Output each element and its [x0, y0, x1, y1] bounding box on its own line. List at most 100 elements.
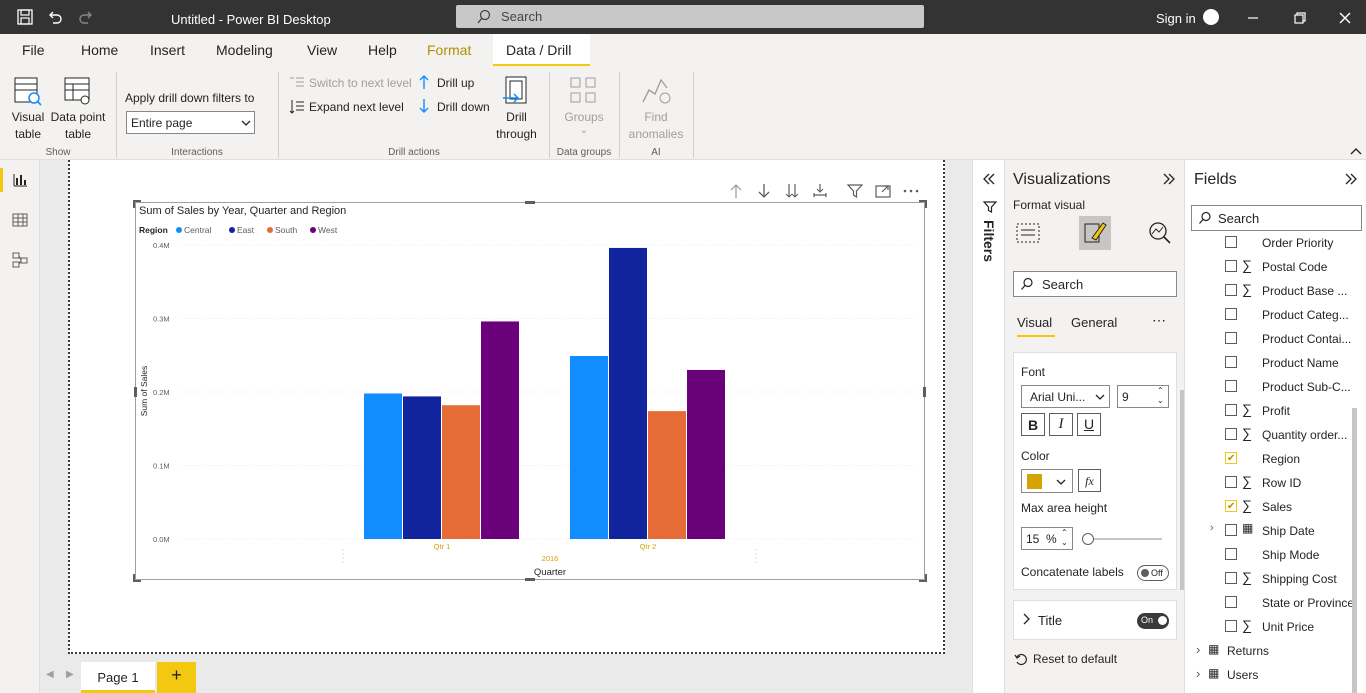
- bar-west-qtr1[interactable]: [481, 321, 519, 539]
- more-options-icon[interactable]: ⋯: [1152, 312, 1166, 329]
- restore-icon[interactable]: [1293, 11, 1307, 25]
- viz-search-input[interactable]: Search: [1013, 271, 1177, 297]
- italic-button[interactable]: I: [1049, 413, 1073, 436]
- sign-in-link[interactable]: Sign in: [1156, 11, 1196, 26]
- bar-central-qtr1[interactable]: [364, 393, 402, 539]
- collapse-visualizations-icon[interactable]: [1162, 172, 1176, 186]
- field-checkbox[interactable]: [1225, 476, 1237, 488]
- table-item[interactable]: › ▦ Returns: [1186, 639, 1356, 663]
- increment-icon[interactable]: ⌃: [1061, 528, 1068, 537]
- data-point-table-button[interactable]: Data point table: [48, 74, 108, 144]
- resize-handle[interactable]: [133, 200, 141, 208]
- field-item[interactable]: ∑ Row ID: [1186, 471, 1356, 495]
- groups-button[interactable]: Groups ⌄: [559, 74, 609, 144]
- field-checkbox[interactable]: [1225, 572, 1237, 584]
- bold-button[interactable]: B: [1021, 413, 1045, 436]
- add-page-button[interactable]: +: [157, 662, 196, 693]
- title-toggle[interactable]: On: [1137, 613, 1169, 629]
- field-checkbox[interactable]: [1225, 596, 1237, 608]
- bar-east-qtr2[interactable]: [609, 247, 647, 539]
- switch-next-level-button[interactable]: Switch to next level: [309, 76, 412, 90]
- field-checkbox[interactable]: ✔: [1225, 500, 1237, 512]
- expand-hierarchy-icon[interactable]: [812, 183, 828, 199]
- tab-format[interactable]: Format: [427, 42, 471, 58]
- font-family-select[interactable]: Arial Uni...: [1021, 385, 1110, 408]
- decrement-icon[interactable]: ⌄: [1061, 538, 1068, 547]
- format-visual-tab[interactable]: [1079, 216, 1111, 250]
- field-checkbox[interactable]: [1225, 428, 1237, 440]
- field-checkbox[interactable]: [1225, 308, 1237, 320]
- field-item[interactable]: ∑ Postal Code: [1186, 255, 1356, 279]
- expand-chevron-icon[interactable]: ›: [1196, 642, 1200, 657]
- bar-east-qtr1[interactable]: [403, 396, 441, 539]
- undo-icon[interactable]: [47, 9, 63, 25]
- resize-handle[interactable]: [134, 387, 137, 397]
- color-picker[interactable]: [1021, 469, 1073, 493]
- resize-handle[interactable]: [525, 578, 535, 581]
- focus-mode-icon[interactable]: [875, 183, 891, 199]
- field-checkbox[interactable]: [1225, 332, 1237, 344]
- more-options-icon[interactable]: [903, 183, 919, 199]
- expand-chevron-icon[interactable]: ›: [1196, 666, 1200, 681]
- tab-visual[interactable]: Visual: [1017, 315, 1052, 330]
- tab-general[interactable]: General: [1071, 315, 1117, 330]
- field-item[interactable]: › ▦ Ship Date: [1186, 519, 1356, 543]
- drill-down-button[interactable]: Drill down: [437, 100, 490, 114]
- resize-handle[interactable]: [919, 574, 927, 582]
- bar-central-qtr2[interactable]: [570, 355, 608, 539]
- tab-home[interactable]: Home: [81, 42, 118, 58]
- conditional-format-button[interactable]: fx: [1078, 469, 1101, 492]
- field-item[interactable]: ∑ Product Base ...: [1186, 279, 1356, 303]
- field-item[interactable]: Order Priority: [1186, 233, 1356, 255]
- save-icon[interactable]: [17, 9, 33, 25]
- field-item[interactable]: Product Sub-C...: [1186, 375, 1356, 399]
- filters-pane-collapsed[interactable]: Filters: [972, 160, 1005, 693]
- collapse-fields-icon[interactable]: [1344, 172, 1358, 186]
- field-item[interactable]: ∑ Quantity order...: [1186, 423, 1356, 447]
- build-visual-icon[interactable]: [1015, 220, 1041, 246]
- model-view-icon[interactable]: [12, 252, 28, 268]
- field-item[interactable]: Ship Mode: [1186, 543, 1356, 567]
- field-checkbox[interactable]: [1225, 548, 1237, 560]
- collapse-ribbon-icon[interactable]: [1350, 146, 1362, 156]
- slider-thumb[interactable]: [1082, 533, 1094, 545]
- resize-handle[interactable]: [923, 387, 926, 397]
- field-item[interactable]: Product Contai...: [1186, 327, 1356, 351]
- resize-handle[interactable]: [525, 201, 535, 204]
- prev-page-icon[interactable]: ◀: [46, 669, 54, 680]
- max-area-slider[interactable]: [1082, 533, 1162, 545]
- page-tab-1[interactable]: Page 1: [81, 662, 155, 693]
- visual-table-button[interactable]: Visual table: [8, 74, 48, 144]
- field-checkbox[interactable]: [1225, 356, 1237, 368]
- field-checkbox[interactable]: [1225, 404, 1237, 416]
- apply-filters-select[interactable]: Entire page: [126, 111, 255, 134]
- expand-next-level-button[interactable]: Expand next level: [309, 100, 404, 114]
- max-area-stepper[interactable]: 15 % ⌃ ⌄: [1021, 527, 1073, 550]
- next-page-icon[interactable]: ▶: [66, 669, 74, 680]
- resize-handle[interactable]: [133, 574, 141, 582]
- expand-chevron-icon[interactable]: ›: [1210, 522, 1214, 534]
- table-item[interactable]: › ▦ Users: [1186, 663, 1356, 687]
- field-item[interactable]: ✔ ∑ Sales: [1186, 495, 1356, 519]
- analytics-icon[interactable]: [1147, 220, 1173, 246]
- tab-modeling[interactable]: Modeling: [216, 42, 273, 58]
- field-item[interactable]: State or Province: [1186, 591, 1356, 615]
- tab-insert[interactable]: Insert: [150, 42, 185, 58]
- font-size-stepper[interactable]: 9 ⌃ ⌄: [1117, 385, 1169, 408]
- reset-to-default-button[interactable]: Reset to default: [1033, 652, 1117, 666]
- resize-handle[interactable]: [919, 200, 927, 208]
- fields-scrollbar[interactable]: [1352, 408, 1357, 693]
- minimize-icon[interactable]: [1246, 11, 1260, 25]
- fields-search-input[interactable]: Search: [1191, 205, 1362, 231]
- field-checkbox[interactable]: [1225, 284, 1237, 296]
- field-checkbox[interactable]: [1225, 260, 1237, 272]
- tab-help[interactable]: Help: [368, 42, 397, 58]
- concatenate-toggle[interactable]: Off: [1137, 565, 1169, 581]
- format-card-title[interactable]: Title On: [1013, 600, 1177, 640]
- field-item[interactable]: ∑ Shipping Cost: [1186, 567, 1356, 591]
- drill-up-icon[interactable]: [728, 183, 744, 199]
- decrement-icon[interactable]: ⌄: [1157, 396, 1164, 405]
- data-view-icon[interactable]: [12, 212, 28, 228]
- bar-south-qtr2[interactable]: [648, 411, 686, 539]
- field-checkbox[interactable]: [1225, 236, 1237, 248]
